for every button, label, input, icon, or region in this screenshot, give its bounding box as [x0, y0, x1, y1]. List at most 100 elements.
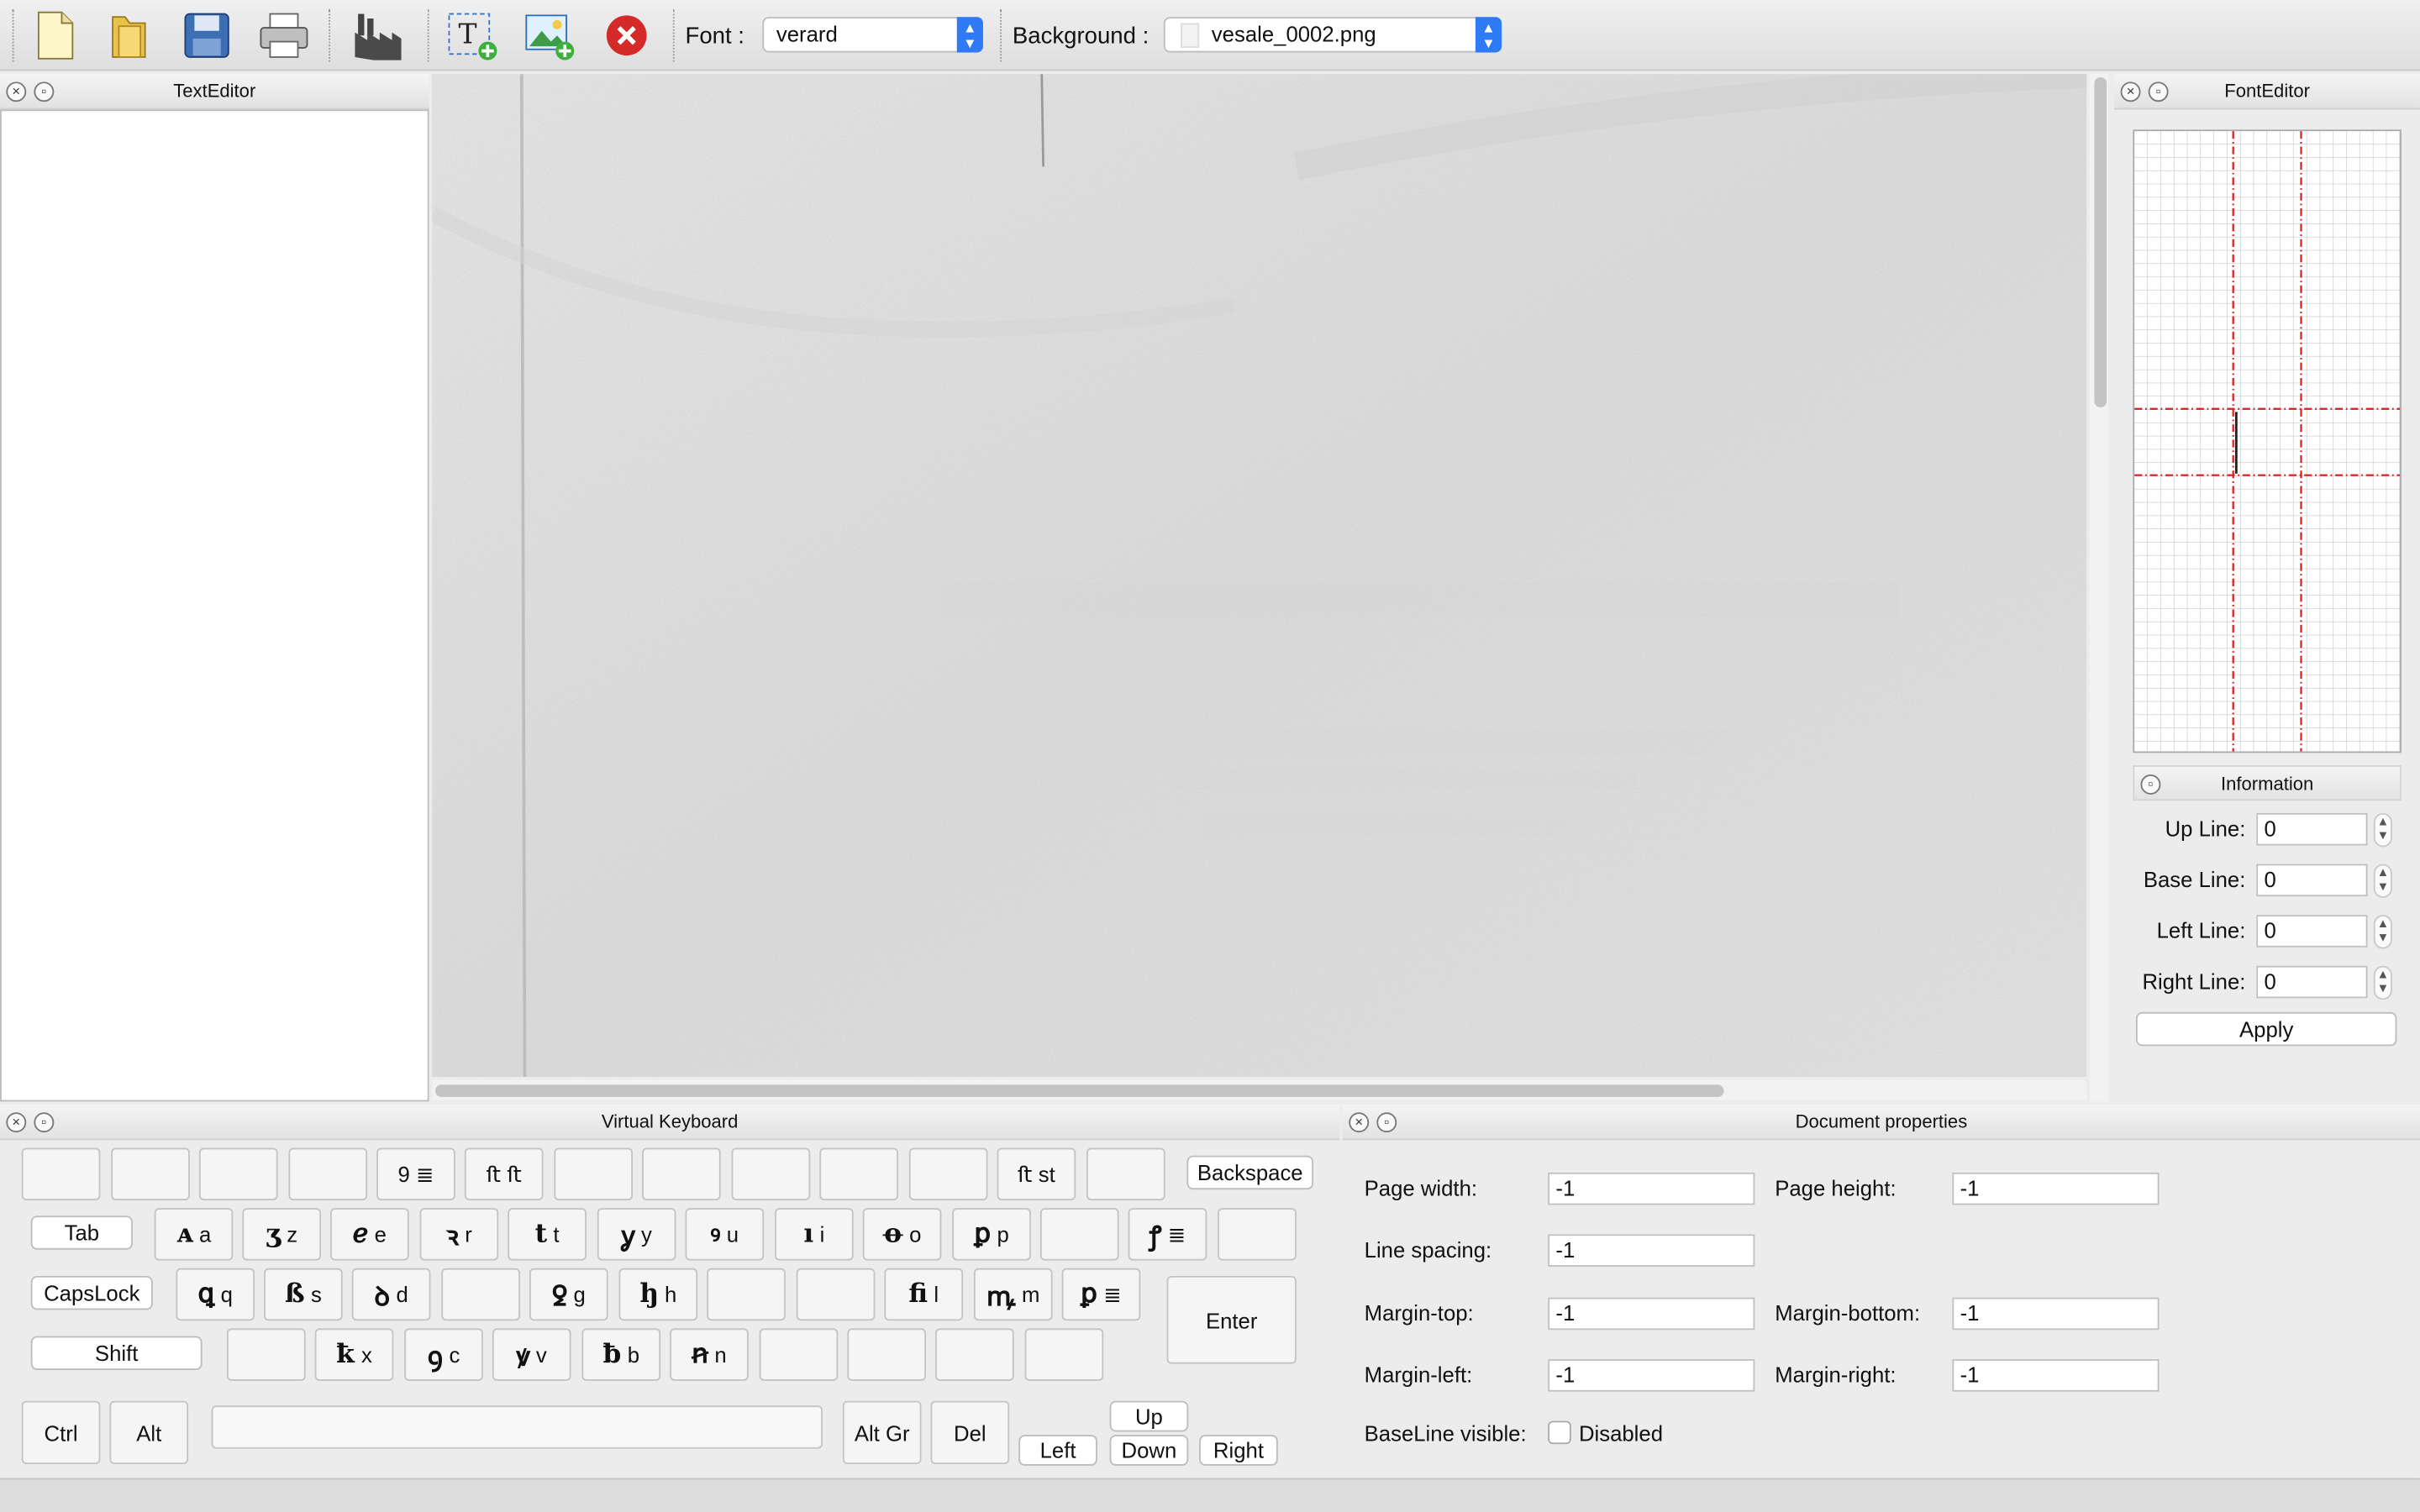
keyboard-key[interactable] — [1039, 1208, 1119, 1261]
add-text-icon[interactable]: T — [445, 8, 500, 63]
keyboard-key[interactable] — [707, 1268, 786, 1321]
keyboard-key[interactable] — [1218, 1208, 1297, 1261]
float-icon[interactable]: ▫ — [1376, 1112, 1397, 1133]
glyph-grid[interactable] — [2133, 129, 2402, 753]
apply-button[interactable]: Apply — [2135, 1011, 2397, 1047]
left-line-input[interactable]: 0 — [2256, 915, 2368, 948]
keyboard-key-c[interactable]: ꝯc — [404, 1328, 483, 1381]
keyboard-key-o[interactable]: ꝋo — [862, 1208, 942, 1261]
close-icon[interactable]: × — [6, 81, 27, 102]
keyboard-key[interactable] — [198, 1147, 278, 1200]
horizontal-scroll-thumb[interactable] — [434, 1084, 1724, 1097]
tab-key[interactable]: Tab — [30, 1215, 133, 1250]
keyboard-key-m[interactable]: ꝳm — [973, 1268, 1053, 1321]
save-icon[interactable] — [179, 8, 234, 63]
margin-top-input[interactable]: -1 — [1548, 1297, 1755, 1331]
keyboard-key[interactable] — [731, 1147, 811, 1200]
print-icon[interactable] — [256, 8, 312, 63]
new-document-icon[interactable] — [28, 8, 83, 63]
keyboard-key[interactable] — [819, 1147, 898, 1200]
keyboard-key[interactable]: ꝭ ≣ — [1128, 1208, 1207, 1261]
right-line-input[interactable]: 0 — [2256, 965, 2368, 999]
left-key[interactable]: Left — [1018, 1435, 1097, 1466]
keyboard-key[interactable] — [759, 1328, 839, 1381]
float-icon[interactable]: ▫ — [2148, 81, 2169, 102]
float-icon[interactable]: ▫ — [34, 81, 55, 102]
close-icon[interactable]: × — [6, 1112, 27, 1133]
keyboard-key-t[interactable]: tt — [508, 1208, 587, 1261]
keyboard-key[interactable] — [1086, 1147, 1165, 1200]
shift-key[interactable]: Shift — [30, 1336, 203, 1370]
ctrl-key[interactable]: Ctrl — [21, 1400, 101, 1465]
keyboard-key-e[interactable]: ℯe — [330, 1208, 409, 1261]
keyboard-key[interactable] — [847, 1328, 927, 1381]
base-line-input[interactable]: 0 — [2256, 864, 2368, 897]
keyboard-key[interactable] — [642, 1147, 721, 1200]
keyboard-key[interactable] — [908, 1147, 988, 1200]
keyboard-key-b[interactable]: ƀb — [581, 1328, 661, 1381]
enter-key[interactable]: Enter — [1166, 1275, 1297, 1364]
text-editor-area[interactable] — [0, 109, 429, 1102]
keyboard-key-u[interactable]: ꝰu — [685, 1208, 765, 1261]
keyboard-key-i[interactable]: ıi — [775, 1208, 854, 1261]
keyboard-key-x[interactable]: ꝁx — [314, 1328, 394, 1381]
right-line-spinner[interactable]: ▲ ▼ — [2373, 965, 2392, 1000]
capslock-key[interactable]: CapsLock — [30, 1275, 153, 1310]
float-icon[interactable]: ▫ — [34, 1112, 55, 1133]
page-height-input[interactable]: -1 — [1952, 1172, 2160, 1205]
keyboard-key[interactable] — [554, 1147, 634, 1200]
keyboard-key[interactable] — [21, 1147, 101, 1200]
keyboard-key[interactable]: ﬅ ﬅ — [464, 1147, 544, 1200]
keyboard-key-y[interactable]: ỿy — [597, 1208, 676, 1261]
keyboard-key[interactable] — [796, 1268, 876, 1321]
keyboard-key-g[interactable]: ꝿg — [529, 1268, 608, 1321]
margin-bottom-input[interactable]: -1 — [1952, 1297, 2160, 1331]
factory-icon[interactable] — [350, 8, 406, 63]
keyboard-key-a[interactable]: ᴀa — [154, 1208, 234, 1261]
keyboard-key[interactable] — [1024, 1328, 1104, 1381]
right-key[interactable]: Right — [1199, 1435, 1278, 1466]
keyboard-key[interactable]: 9 ≣ — [376, 1147, 455, 1200]
delete-icon[interactable] — [599, 8, 655, 63]
keyboard-key-d[interactable]: ꝺd — [351, 1268, 431, 1321]
keyboard-key-q[interactable]: ꝗq — [176, 1268, 255, 1321]
baseline-visible-checkbox[interactable] — [1548, 1420, 1571, 1445]
keyboard-key[interactable] — [226, 1328, 306, 1381]
alt-key[interactable]: Alt — [109, 1400, 189, 1465]
up-key[interactable]: Up — [1109, 1400, 1189, 1432]
keyboard-key-v[interactable]: ꝟv — [492, 1328, 571, 1381]
open-folder-icon[interactable] — [102, 8, 157, 63]
keyboard-key-h[interactable]: ꜧh — [618, 1268, 698, 1321]
background-select[interactable]: vesale_0002.png ▲ ▼ — [1163, 17, 1502, 53]
up-line-input[interactable]: 0 — [2256, 812, 2368, 846]
font-select[interactable]: verard ▲ ▼ — [762, 17, 983, 53]
spacebar-key[interactable] — [211, 1405, 823, 1449]
keyboard-key[interactable] — [288, 1147, 368, 1200]
keyboard-key-p[interactable]: ꝑp — [952, 1208, 1031, 1261]
backspace-key[interactable]: Backspace — [1186, 1155, 1314, 1190]
keyboard-key[interactable] — [441, 1268, 520, 1321]
keyboard-key[interactable] — [935, 1328, 1014, 1381]
altgr-key[interactable]: Alt Gr — [842, 1400, 922, 1465]
keyboard-key-s[interactable]: ßs — [264, 1268, 343, 1321]
line-spacing-input[interactable]: -1 — [1548, 1234, 1755, 1267]
document-canvas[interactable] — [432, 74, 2087, 1078]
del-key[interactable]: Del — [930, 1400, 1010, 1465]
left-line-spinner[interactable]: ▲ ▼ — [2373, 915, 2392, 949]
float-icon[interactable]: ▫ — [2140, 774, 2161, 795]
close-icon[interactable]: × — [1349, 1112, 1370, 1133]
close-icon[interactable]: × — [2120, 81, 2141, 102]
keyboard-key[interactable] — [111, 1147, 190, 1200]
down-key[interactable]: Down — [1109, 1435, 1189, 1466]
base-line-spinner[interactable]: ▲ ▼ — [2373, 864, 2392, 898]
vertical-scroll-thumb[interactable] — [2094, 76, 2107, 407]
keyboard-key-n[interactable]: ꞥn — [670, 1328, 749, 1381]
margin-right-input[interactable]: -1 — [1952, 1359, 2160, 1392]
keyboard-key-l[interactable]: ﬁl — [884, 1268, 964, 1321]
up-line-spinner[interactable]: ▲ ▼ — [2373, 812, 2392, 848]
margin-left-input[interactable]: -1 — [1548, 1359, 1755, 1392]
keyboard-key[interactable]: ﬅ st — [997, 1147, 1076, 1200]
keyboard-key-z[interactable]: ʒz — [242, 1208, 322, 1261]
add-image-icon[interactable] — [522, 8, 577, 63]
keyboard-key[interactable]: ꝑ ≣ — [1061, 1268, 1141, 1321]
